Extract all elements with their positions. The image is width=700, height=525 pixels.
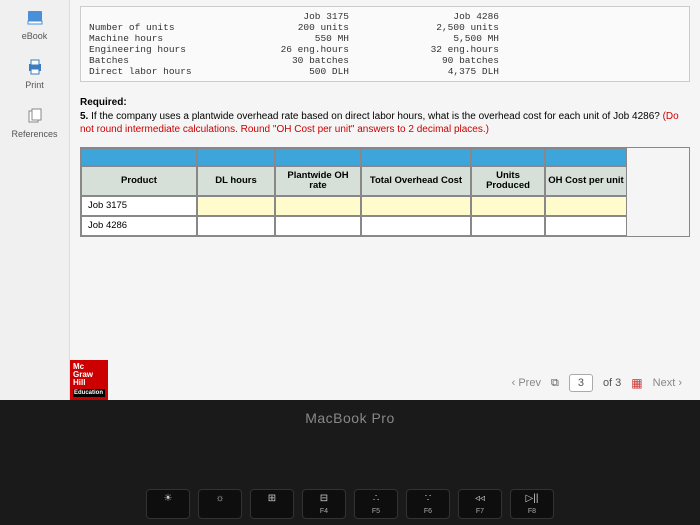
input-cell[interactable] xyxy=(361,216,471,236)
input-cell[interactable] xyxy=(545,216,627,236)
fn-key[interactable]: ☼ xyxy=(198,489,242,519)
spacer-row xyxy=(81,148,689,166)
sidebar-item-references[interactable]: References xyxy=(0,108,69,139)
sidebar-label: References xyxy=(11,129,57,139)
input-cell[interactable] xyxy=(471,216,545,236)
col-header: Job 3175 xyxy=(259,11,379,22)
left-sidebar: eBook Print References xyxy=(0,0,70,400)
input-cell[interactable] xyxy=(197,196,275,216)
col-units-produced: Units Produced xyxy=(471,166,545,197)
fn-key[interactable]: ▷||F8 xyxy=(510,489,554,519)
col-dl-hours: DL hours xyxy=(197,166,275,197)
table-row: Job 4286 xyxy=(81,216,689,236)
given-data-box: Job 3175Job 4286 Number of units200 unit… xyxy=(80,6,690,82)
page-number-box[interactable]: 3 xyxy=(569,374,593,392)
mcgraw-hill-logo: Mc Graw Hill Education xyxy=(70,360,108,400)
col-oh-per-unit: OH Cost per unit xyxy=(545,166,627,197)
fn-key[interactable]: ∴F5 xyxy=(354,489,398,519)
table-row: Job 3175 xyxy=(81,196,689,216)
laptop-brand: MacBook Pro xyxy=(0,410,700,426)
next-button[interactable]: Next › xyxy=(653,377,682,389)
givens-label: Batches xyxy=(89,55,259,66)
col-product: Product xyxy=(81,166,197,197)
givens-value: 90 batches xyxy=(379,55,499,66)
fn-key[interactable]: ☀ xyxy=(146,489,190,519)
book-icon xyxy=(0,10,69,28)
question-number: 5. xyxy=(80,111,88,122)
givens-value: 4,375 DLH xyxy=(379,66,499,77)
printer-icon xyxy=(0,59,69,77)
row-label: Job 4286 xyxy=(81,216,197,236)
givens-value: 5,500 MH xyxy=(379,33,499,44)
sidebar-label: Print xyxy=(25,80,44,90)
sidebar-label: eBook xyxy=(22,31,48,41)
fn-key[interactable]: ∵F6 xyxy=(406,489,450,519)
answer-table: Product DL hours Plantwide OH rate Total… xyxy=(80,147,690,238)
givens-value: 26 eng.hours xyxy=(259,44,379,55)
givens-value: 500 DLH xyxy=(259,66,379,77)
question-text: If the company uses a plantwide overhead… xyxy=(91,111,660,122)
fn-key[interactable]: ◃◃F7 xyxy=(458,489,502,519)
keyboard-fn-row: ☀ ☼ ⊞ ⊟F4 ∴F5 ∵F6 ◃◃F7 ▷||F8 xyxy=(0,489,700,519)
required-head: Required: xyxy=(80,97,127,108)
main-content: Job 3175Job 4286 Number of units200 unit… xyxy=(70,0,700,400)
sidebar-item-ebook[interactable]: eBook xyxy=(0,10,69,41)
fn-key[interactable]: ⊟F4 xyxy=(302,489,346,519)
grid-icon[interactable]: ▦ xyxy=(631,376,642,390)
givens-value: 200 units xyxy=(259,22,379,33)
givens-label: Number of units xyxy=(89,22,259,33)
pages-icon xyxy=(0,108,69,126)
pagination: ‹ Prev ⧉ 3 of 3 ▦ Next › xyxy=(512,374,682,392)
input-cell[interactable] xyxy=(197,216,275,236)
row-label: Job 3175 xyxy=(81,196,197,216)
prev-button[interactable]: ‹ Prev xyxy=(512,377,541,389)
givens-label: Machine hours xyxy=(89,33,259,44)
input-cell[interactable] xyxy=(361,196,471,216)
givens-value: 30 batches xyxy=(259,55,379,66)
link-icon: ⧉ xyxy=(551,377,559,390)
givens-value: 550 MH xyxy=(259,33,379,44)
col-plantwide-rate: Plantwide OH rate xyxy=(275,166,361,197)
givens-label: Direct labor hours xyxy=(89,66,259,77)
givens-value: 2,500 units xyxy=(379,22,499,33)
givens-value: 32 eng.hours xyxy=(379,44,499,55)
col-header: Job 4286 xyxy=(379,11,499,22)
fn-key[interactable]: ⊞ xyxy=(250,489,294,519)
givens-label: Engineering hours xyxy=(89,44,259,55)
input-cell[interactable] xyxy=(545,196,627,216)
required-block: Required: 5. If the company uses a plant… xyxy=(80,96,690,137)
col-total-oh: Total Overhead Cost xyxy=(361,166,471,197)
input-cell[interactable] xyxy=(275,216,361,236)
header-row: Product DL hours Plantwide OH rate Total… xyxy=(81,166,689,197)
input-cell[interactable] xyxy=(471,196,545,216)
sidebar-item-print[interactable]: Print xyxy=(0,59,69,90)
page-of: of 3 xyxy=(603,377,621,389)
input-cell[interactable] xyxy=(275,196,361,216)
